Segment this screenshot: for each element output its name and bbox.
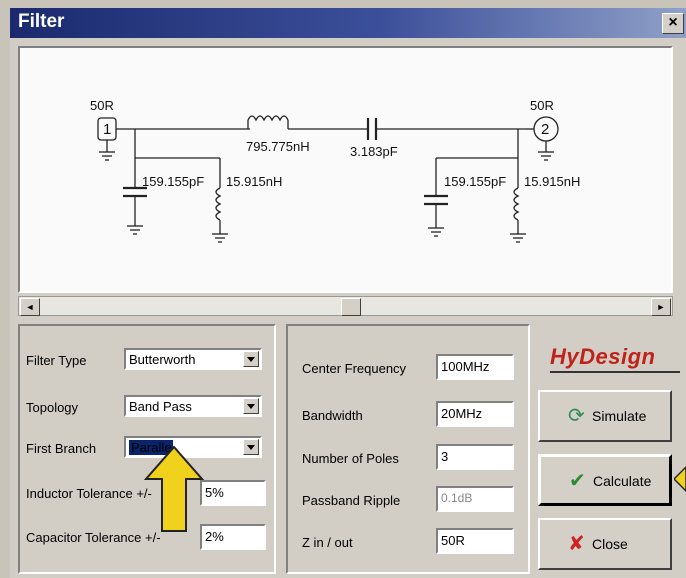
shunt-inductor-1-symbol <box>215 187 222 221</box>
calculate-label: Calculate <box>593 473 652 489</box>
annotation-arrow-icon <box>144 445 204 532</box>
checkmark-icon: ✔ <box>569 470 586 492</box>
close-label: Close <box>592 536 628 552</box>
series-capacitor-value: 3.183pF <box>350 144 398 159</box>
bandwidth-label: Bandwidth <box>302 408 363 423</box>
title-bar: Filter × <box>10 8 686 38</box>
close-window-button[interactable]: × <box>662 13 684 34</box>
bandwidth-input[interactable]: 20MHz <box>436 401 514 427</box>
chevron-down-icon[interactable] <box>243 398 259 414</box>
port-2-number: 2 <box>541 121 550 138</box>
filter-window: Filter × 50R 1 50R 2 795.775nH 3.183pF 1… <box>10 8 686 578</box>
shunt-inductor-2-value: 15.915nH <box>524 174 581 189</box>
topology-value: Band Pass <box>129 399 192 414</box>
filter-type-label: Filter Type <box>26 353 87 368</box>
scroll-left-button[interactable]: ◄ <box>20 298 40 316</box>
window-title: Filter <box>18 11 65 32</box>
series-inductor-value: 795.775nH <box>246 139 310 154</box>
logo-underline <box>550 371 680 373</box>
side-arrow-icon <box>674 465 686 493</box>
scroll-right-button[interactable]: ► <box>651 298 671 316</box>
schematic-canvas: 50R 1 50R 2 795.775nH 3.183pF 159.155pF … <box>18 46 673 293</box>
scroll-thumb[interactable] <box>341 298 361 316</box>
center-frequency-label: Center Frequency <box>302 361 407 376</box>
center-frequency-input[interactable]: 100MHz <box>436 354 514 380</box>
simulate-label: Simulate <box>592 408 647 424</box>
capacitor-tolerance-input[interactable]: 2% <box>200 524 266 550</box>
refresh-icon: ⟳ <box>568 405 585 427</box>
passband-ripple-input[interactable]: 0.1dB <box>436 486 514 512</box>
x-icon: ✘ <box>568 533 585 555</box>
shunt-inductor-2-symbol <box>513 187 520 221</box>
simulate-button[interactable]: ⟳ Simulate <box>538 390 672 442</box>
inductor-tolerance-label: Inductor Tolerance +/- <box>26 486 152 501</box>
filter-type-select[interactable]: Butterworth <box>124 348 262 370</box>
z-in-out-input[interactable]: 50R <box>436 528 514 554</box>
topology-select[interactable]: Band Pass <box>124 395 262 417</box>
hydesign-logo: HyDesign <box>550 344 656 369</box>
series-inductor-symbol <box>247 115 289 122</box>
calculate-button[interactable]: ✔ Calculate <box>538 454 672 506</box>
shunt-inductor-1-value: 15.915nH <box>226 174 283 189</box>
chevron-down-icon[interactable] <box>243 439 259 455</box>
port-1-impedance: 50R <box>90 98 114 113</box>
schematic-drawing <box>97 115 559 243</box>
port-2-impedance: 50R <box>530 98 554 113</box>
horizontal-scrollbar[interactable]: ◄ ► <box>18 296 673 316</box>
z-in-out-label: Z in / out <box>302 535 353 550</box>
first-branch-label: First Branch <box>26 441 97 456</box>
number-of-poles-label: Number of Poles <box>302 451 399 466</box>
number-of-poles-input[interactable]: 3 <box>436 444 514 470</box>
shunt-capacitor-1-value: 159.155pF <box>142 174 205 189</box>
port-1-number: 1 <box>103 121 112 138</box>
close-button[interactable]: ✘ Close <box>538 518 672 570</box>
inductor-tolerance-input[interactable]: 5% <box>200 480 266 506</box>
topology-label: Topology <box>26 400 79 415</box>
filter-type-value: Butterworth <box>129 352 196 367</box>
shunt-capacitor-2-value: 159.155pF <box>444 174 507 189</box>
capacitor-tolerance-label: Capacitor Tolerance +/- <box>26 530 161 545</box>
chevron-down-icon[interactable] <box>243 351 259 367</box>
passband-ripple-label: Passband Ripple <box>302 493 401 508</box>
